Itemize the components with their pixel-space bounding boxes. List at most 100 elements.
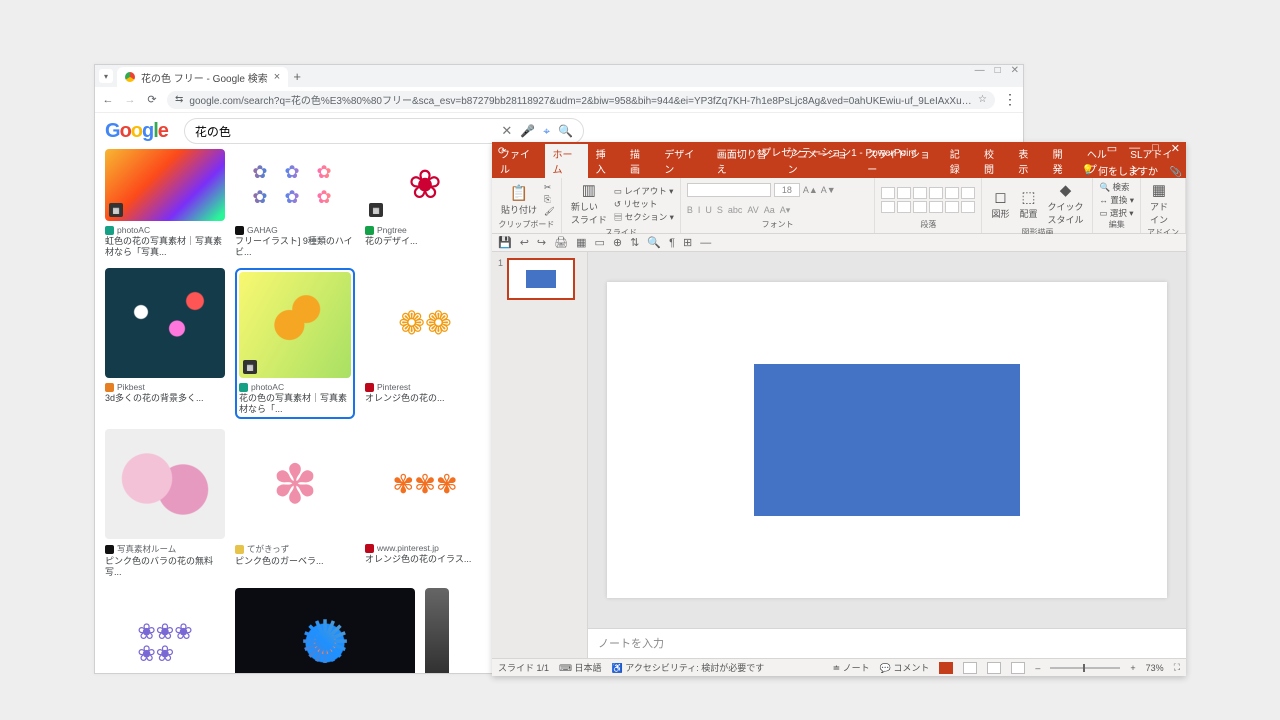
zoom-level[interactable]: 73% (1146, 663, 1164, 673)
accessibility-checker[interactable]: ♿ アクセシビリティ: 検討が必要です (612, 661, 765, 674)
image-result-card[interactable]: ▦Pngtree花のデザイ... (365, 149, 485, 258)
zoom-out-button[interactable]: – (1035, 663, 1040, 673)
fit-to-window-button[interactable]: ⛶ (1174, 662, 1180, 673)
paragraph-buttons[interactable] (881, 187, 975, 213)
result-thumbnail[interactable] (365, 268, 485, 378)
share-button[interactable]: 📎 (1170, 167, 1182, 178)
image-result-card[interactable]: ▦photoAC花の色の写真素材｜写真素材なら「... (235, 268, 355, 419)
site-info-icon[interactable]: ⇆ (175, 94, 183, 105)
font-B-button[interactable]: B (687, 205, 693, 216)
qat-button-4[interactable]: ▦ (576, 236, 586, 249)
format-painter-button[interactable]: 🖌 (544, 206, 555, 217)
notes-toggle[interactable]: ≐ ノート (833, 661, 870, 674)
qat-button-7[interactable]: ⇅ (630, 236, 639, 249)
search-icon[interactable]: 🔍 (558, 124, 573, 138)
increase-font-icon[interactable]: A▲ (803, 185, 818, 195)
ribbon-tab-ホーム[interactable]: ホーム (545, 144, 588, 178)
slide-thumbnail-panel[interactable]: 1 (492, 252, 588, 658)
chrome-close-button[interactable]: ✕ (1011, 65, 1019, 76)
image-result-card[interactable]: 写真素材ルームピンク色のバラの花の無料写... (105, 429, 225, 578)
ribbon-tab-挿入[interactable]: 挿入 (588, 144, 622, 178)
result-thumbnail[interactable] (105, 429, 225, 539)
image-result-card[interactable]: Pinterestオレンジ色の花の... (365, 268, 485, 419)
ribbon-tab-スライド ショー[interactable]: スライド ショー (859, 144, 942, 178)
decrease-font-icon[interactable]: A▼ (821, 185, 836, 195)
language-indicator[interactable]: ⌨ 日本語 (559, 661, 602, 674)
paste-button[interactable]: 📋貼り付け (498, 183, 540, 217)
ribbon-tab-描画[interactable]: 描画 (622, 144, 656, 178)
image-result-card[interactable] (425, 588, 449, 673)
image-result-card[interactable]: LovePik色とりどりの花の背景に鮮やかな水滴, 鮮やかな... (235, 588, 415, 673)
image-result-card[interactable]: Pngtree花の紫と青の色がかわいいイラ... (105, 588, 225, 673)
ribbon-tab-記録[interactable]: 記録 (942, 144, 976, 178)
search-box[interactable]: ✕ 🎤 ⌖ 🔍 (184, 118, 584, 144)
qat-button-9[interactable]: ¶ (669, 237, 675, 249)
google-logo[interactable]: Google (105, 120, 168, 143)
normal-view-button[interactable] (939, 662, 953, 674)
image-result-card[interactable]: Pikbest3d多くの花の背景多く... (105, 268, 225, 419)
address-bar[interactable]: ⇆ google.com/search?q=花の色%E3%80%80フリー&sc… (167, 91, 995, 109)
result-thumbnail[interactable]: ▦ (365, 149, 485, 221)
qat-button-0[interactable]: 💾 (498, 236, 512, 249)
result-thumbnail[interactable] (235, 429, 355, 539)
comments-toggle[interactable]: 💬 コメント (880, 661, 930, 674)
zoom-in-button[interactable]: + (1130, 663, 1135, 673)
font-family-combo[interactable] (687, 183, 771, 197)
result-thumbnail[interactable] (365, 429, 485, 539)
qat-button-10[interactable]: ⊞ (683, 236, 692, 249)
qat-button-1[interactable]: ↩ (520, 236, 529, 249)
chrome-minimize-button[interactable]: — (975, 65, 985, 76)
layout-button[interactable]: ▭ レイアウト ▾ (614, 185, 674, 197)
font-Aa-button[interactable]: Aa (764, 205, 775, 216)
slideshow-view-button[interactable] (1011, 662, 1025, 674)
result-thumbnail[interactable]: ▦ (239, 272, 351, 378)
copy-button[interactable]: ⎘ (544, 194, 555, 205)
slide[interactable] (607, 282, 1167, 598)
forward-button[interactable]: → (123, 94, 137, 106)
font-I-button[interactable]: I (698, 205, 701, 216)
ribbon-tab-開発[interactable]: 開発 (1045, 144, 1079, 178)
tab-search-icon[interactable]: ▾ (99, 69, 113, 83)
font-S-button[interactable]: S (717, 205, 723, 216)
clear-search-icon[interactable]: ✕ (501, 123, 512, 139)
replace-button[interactable]: ↔ 置換 ▾ (1099, 194, 1134, 206)
voice-search-icon[interactable]: 🎤 (520, 124, 535, 138)
browser-tab[interactable]: 花の色 フリー - Google 検索 × (117, 67, 288, 87)
shapes-button[interactable]: ◻図形 (988, 187, 1012, 221)
zoom-slider[interactable] (1050, 667, 1120, 669)
ribbon-tab-画面切り替え[interactable]: 画面切り替え (709, 144, 780, 178)
reading-view-button[interactable] (987, 662, 1001, 674)
ribbon-tab-アニメーション[interactable]: アニメーション (780, 144, 860, 178)
select-button[interactable]: ▭ 選択 ▾ (1099, 207, 1134, 219)
back-button[interactable]: ← (101, 94, 115, 106)
notes-pane[interactable]: ノートを入力 (588, 628, 1186, 658)
result-thumbnail[interactable]: ▦ (105, 149, 225, 221)
qat-button-11[interactable]: — (700, 237, 711, 249)
result-thumbnail[interactable] (105, 268, 225, 378)
new-slide-button[interactable]: ▥新しい スライド (568, 180, 610, 227)
ribbon-tab-ファイル[interactable]: ファイル (492, 144, 545, 178)
find-button[interactable]: 🔍 検索 (1099, 181, 1134, 193)
chrome-maximize-button[interactable]: □ (995, 65, 1001, 76)
quick-styles-button[interactable]: ◆クイック スタイル (1044, 180, 1086, 227)
bookmark-star-icon[interactable]: ☆ (978, 94, 987, 105)
qat-button-5[interactable]: ▭ (595, 236, 605, 249)
rectangle-shape[interactable] (754, 364, 1020, 516)
result-thumbnail[interactable] (235, 149, 355, 221)
font-AV-button[interactable]: AV (747, 205, 758, 216)
chrome-menu-button[interactable]: ⋮ (1003, 91, 1017, 108)
result-thumbnail[interactable] (425, 588, 449, 673)
qat-button-6[interactable]: ⊕ (613, 236, 622, 249)
qat-button-3[interactable]: 🖨 (554, 236, 568, 249)
section-button[interactable]: ▤ セクション ▾ (614, 211, 674, 223)
result-thumbnail[interactable] (235, 588, 415, 673)
addins-button[interactable]: ▦アド イン (1147, 180, 1171, 227)
font-size-combo[interactable]: 18 (774, 183, 800, 197)
font-U-button[interactable]: U (705, 205, 712, 216)
new-tab-button[interactable]: + (288, 69, 306, 84)
image-result-card[interactable]: GAHAGフリーイラスト] 9種類のハイビ... (235, 149, 355, 258)
tab-close-icon[interactable]: × (274, 71, 280, 83)
ribbon-tab-デザイン[interactable]: デザイン (656, 144, 709, 178)
image-result-card[interactable]: ▦photoAC虹色の花の写真素材｜写真素材なら「写真... (105, 149, 225, 258)
lens-icon[interactable]: ⌖ (543, 124, 550, 139)
